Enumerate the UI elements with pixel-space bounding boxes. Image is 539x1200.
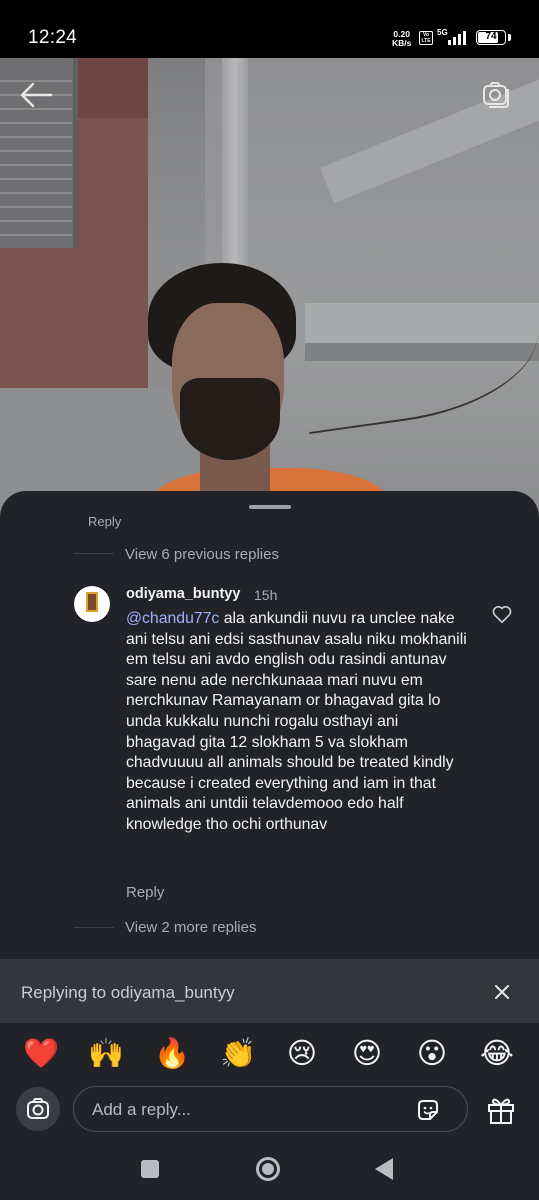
- status-time: 12:24: [28, 27, 78, 48]
- comment-timestamp: 15h: [254, 587, 278, 603]
- reply-input[interactable]: Add a reply...: [73, 1086, 468, 1132]
- emoji-surprised[interactable]: 😮: [412, 1033, 452, 1073]
- comment-body: ala ankundii nuvu ra unclee nake ani tel…: [126, 610, 467, 833]
- back-arrow-icon[interactable]: [18, 80, 54, 110]
- signal-icon: [448, 31, 466, 45]
- emoji-fire[interactable]: 🔥: [152, 1033, 192, 1073]
- reply-input-placeholder: Add a reply...: [92, 1100, 191, 1119]
- replying-to-text: Replying to odiyama_buntyy: [21, 983, 235, 1002]
- emoji-clap[interactable]: 👏: [218, 1033, 258, 1073]
- avatar[interactable]: [74, 586, 110, 622]
- replying-bar: Replying to odiyama_buntyy: [0, 959, 539, 1023]
- emoji-heart-eyes[interactable]: 😍: [347, 1033, 387, 1073]
- comment-mention[interactable]: @chandu77c: [126, 610, 219, 627]
- battery-level: 74: [485, 31, 497, 42]
- comments-sheet[interactable]: Reply View 6 previous replies odiyama_bu…: [0, 491, 539, 959]
- sticker-icon[interactable]: [414, 1096, 442, 1124]
- comment-username[interactable]: odiyama_buntyy: [126, 586, 240, 602]
- close-icon[interactable]: [491, 981, 513, 1003]
- view-more-replies-button[interactable]: View 2 more replies: [125, 919, 256, 936]
- emoji-laughing[interactable]: 😂: [477, 1033, 517, 1073]
- network-type: 5G: [437, 28, 448, 37]
- emoji-heart[interactable]: ❤️: [21, 1033, 61, 1073]
- battery-tip: [508, 34, 511, 41]
- reply-divider: [74, 553, 114, 554]
- reply-button[interactable]: Reply: [126, 884, 164, 901]
- volte-icon: Vo LTE: [419, 31, 433, 45]
- video-background[interactable]: [0, 58, 539, 538]
- home-button-dot: [262, 1163, 274, 1175]
- person-beard: [180, 378, 280, 460]
- emoji-crying[interactable]: 😢: [282, 1033, 322, 1073]
- recents-button[interactable]: [141, 1160, 159, 1178]
- system-nav-bar: [0, 1138, 539, 1200]
- camera-icon: [27, 1098, 49, 1119]
- previous-reply-link[interactable]: Reply: [88, 514, 121, 529]
- comment-text: @chandu77c ala ankundii nuvu ra unclee n…: [126, 609, 471, 836]
- home-button[interactable]: [256, 1157, 280, 1181]
- battery-icon: 74: [476, 30, 506, 45]
- network-speed-unit: KB/s: [392, 38, 412, 48]
- like-heart-icon[interactable]: [491, 603, 513, 625]
- reply-divider-2: [74, 927, 114, 928]
- gift-icon[interactable]: [486, 1095, 516, 1125]
- view-previous-replies-button[interactable]: View 6 previous replies: [125, 546, 279, 563]
- drag-handle[interactable]: [249, 505, 291, 509]
- avatar-image: [86, 592, 98, 612]
- camera-button[interactable]: [16, 1087, 60, 1131]
- back-button[interactable]: [375, 1158, 393, 1180]
- reply-composer: ❤️ 🙌 🔥 👏 😢 😍 😮 😂 Add a reply...: [0, 1023, 539, 1138]
- camera-icon[interactable]: [480, 78, 512, 110]
- emoji-raised-hands[interactable]: 🙌: [86, 1033, 126, 1073]
- status-bar: 12:24 0.20 KB/s Vo LTE 5G 74: [0, 0, 539, 58]
- network-speed: 0.20 KB/s: [392, 30, 411, 48]
